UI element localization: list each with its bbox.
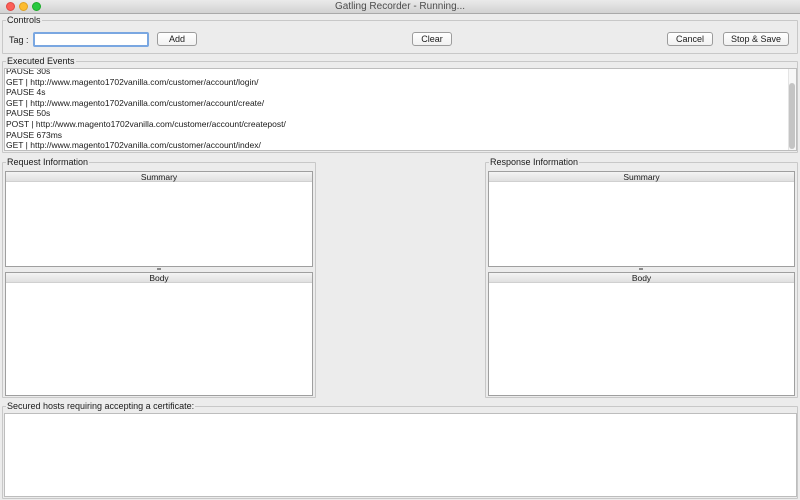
secured-hosts-group-label: Secured hosts requiring accepting a cert…	[6, 401, 196, 412]
events-scrollbar[interactable]	[788, 69, 796, 150]
executed-events-items: PAUSE 30s GET | http://www.magento1702va…	[5, 69, 796, 150]
cancel-button[interactable]: Cancel	[667, 32, 713, 46]
response-splitter-grip[interactable]	[639, 268, 643, 270]
secured-hosts-list[interactable]	[4, 413, 797, 497]
request-body-pane[interactable]: Body	[5, 272, 313, 396]
event-item[interactable]: GET | http://www.magento1702vanilla.com/…	[5, 77, 796, 88]
tag-input[interactable]	[33, 32, 149, 47]
response-information-group-label: Response Information	[489, 157, 580, 168]
response-body-pane[interactable]: Body	[488, 272, 795, 396]
request-splitter-grip[interactable]	[157, 268, 161, 270]
request-information-group-label: Request Information	[6, 157, 90, 168]
title-bar: Gatling Recorder - Running...	[0, 0, 800, 14]
clear-button[interactable]: Clear	[412, 32, 452, 46]
request-summary-header: Summary	[6, 172, 312, 182]
response-summary-header: Summary	[489, 172, 794, 182]
event-item[interactable]: PAUSE 673ms	[5, 130, 796, 141]
controls-group-label: Controls	[6, 15, 42, 26]
stop-and-save-button[interactable]: Stop & Save	[723, 32, 789, 46]
response-body-header: Body	[489, 273, 794, 283]
event-item[interactable]: PAUSE 4s	[5, 87, 796, 98]
executed-events-group-label: Executed Events	[6, 56, 76, 67]
add-tag-button[interactable]: Add	[157, 32, 197, 46]
response-summary-pane[interactable]: Summary	[488, 171, 795, 267]
window-title: Gatling Recorder - Running...	[334, 1, 466, 12]
event-item[interactable]: PAUSE 30s	[5, 69, 796, 77]
event-item[interactable]: POST | http://www.magento1702vanilla.com…	[5, 119, 796, 130]
event-item[interactable]: GET | http://www.magento1702vanilla.com/…	[5, 98, 796, 109]
events-scroll-thumb[interactable]	[789, 83, 795, 149]
tag-label: Tag :	[9, 35, 29, 45]
request-summary-pane[interactable]: Summary	[5, 171, 313, 267]
request-body-header: Body	[6, 273, 312, 283]
event-item[interactable]: GET | http://www.magento1702vanilla.com/…	[5, 140, 796, 150]
executed-events-list[interactable]: PAUSE 30s GET | http://www.magento1702va…	[4, 68, 797, 151]
event-item[interactable]: PAUSE 50s	[5, 108, 796, 119]
